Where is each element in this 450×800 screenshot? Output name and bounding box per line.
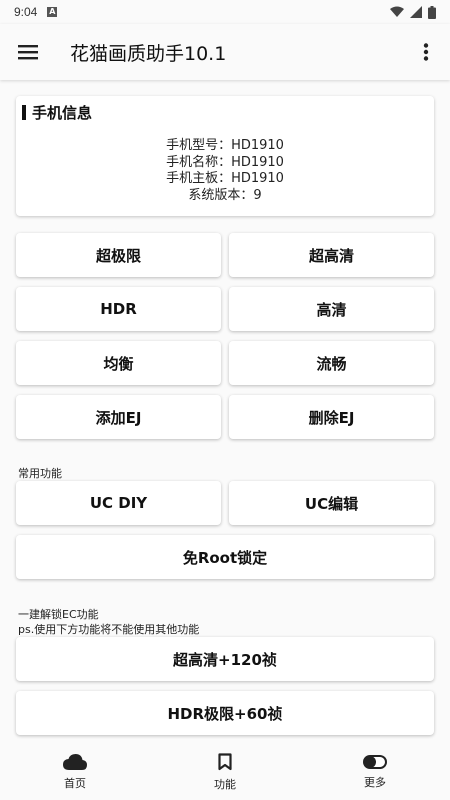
nav-more-label: 更多	[364, 775, 386, 789]
cloud-icon	[63, 753, 87, 770]
no-root-lock-button[interactable]: 免Root锁定	[16, 535, 434, 579]
status-time: 9:04	[14, 5, 38, 19]
more-vertical-icon	[423, 43, 429, 61]
smooth-button[interactable]: 流畅	[229, 341, 434, 385]
nav-home-label: 首页	[64, 776, 86, 790]
signal-icon	[410, 6, 422, 18]
phone-info-heading: 手机信息	[22, 102, 92, 123]
hd-button[interactable]: 高清	[229, 287, 434, 331]
phone-name-line: 手机名称：HD1910	[166, 154, 284, 170]
status-bar: 9:04 A	[0, 0, 450, 24]
nav-item-more[interactable]: 更多	[300, 744, 450, 800]
heading-accent-bar	[22, 105, 26, 120]
system-version-line: 系统版本：9	[188, 187, 262, 203]
balanced-button[interactable]: 均衡	[16, 341, 221, 385]
nav-item-features[interactable]: 功能	[150, 744, 300, 800]
phone-info-lines: 手机型号：HD1910 手机名称：HD1910 手机主板：HD1910 系统版本…	[16, 138, 434, 204]
phone-info-card: 手机信息 手机型号：HD1910 手机名称：HD1910 手机主板：HD1910…	[16, 96, 434, 216]
add-ej-button[interactable]: 添加EJ	[16, 395, 221, 439]
ultra-hd-button[interactable]: 超高清	[229, 233, 434, 277]
unlock-warning-note: ps.使用下方功能将不能使用其他功能	[18, 623, 200, 636]
phone-info-title: 手机信息	[32, 104, 93, 122]
overflow-menu-button[interactable]	[402, 24, 450, 80]
nav-item-home[interactable]: 首页	[0, 744, 150, 800]
unlock-ec-label: 一建解锁EC功能	[18, 608, 99, 621]
nav-features-label: 功能	[214, 777, 236, 791]
status-icons	[390, 5, 436, 19]
delete-ej-button[interactable]: 删除EJ	[229, 395, 434, 439]
menu-button[interactable]	[0, 24, 56, 80]
bottom-navigation: 首页 功能 更多	[0, 744, 450, 800]
wifi-icon	[390, 6, 404, 17]
toggle-switch-icon	[363, 754, 387, 769]
common-functions-label: 常用功能	[18, 467, 62, 480]
ultra-hd-120fps-button[interactable]: 超高清+120祯	[16, 637, 434, 681]
bookmark-icon	[218, 752, 232, 770]
app-bar: 花猫画质助手10.1	[0, 24, 450, 80]
battery-icon	[428, 5, 436, 19]
uc-edit-button[interactable]: UC编辑	[229, 481, 434, 525]
hdr-button[interactable]: HDR	[16, 287, 221, 331]
super-limit-button[interactable]: 超极限	[16, 233, 221, 277]
phone-model-line: 手机型号：HD1910	[166, 138, 284, 153]
hdr-limit-60fps-button[interactable]: HDR极限+60祯	[16, 691, 434, 735]
phone-board-line: 手机主板：HD1910	[166, 171, 284, 186]
hamburger-menu-icon	[18, 45, 38, 60]
page-title: 花猫画质助手10.1	[70, 42, 227, 65]
notification-badge: A	[47, 7, 58, 17]
uc-diy-button[interactable]: UC DIY	[16, 481, 221, 525]
